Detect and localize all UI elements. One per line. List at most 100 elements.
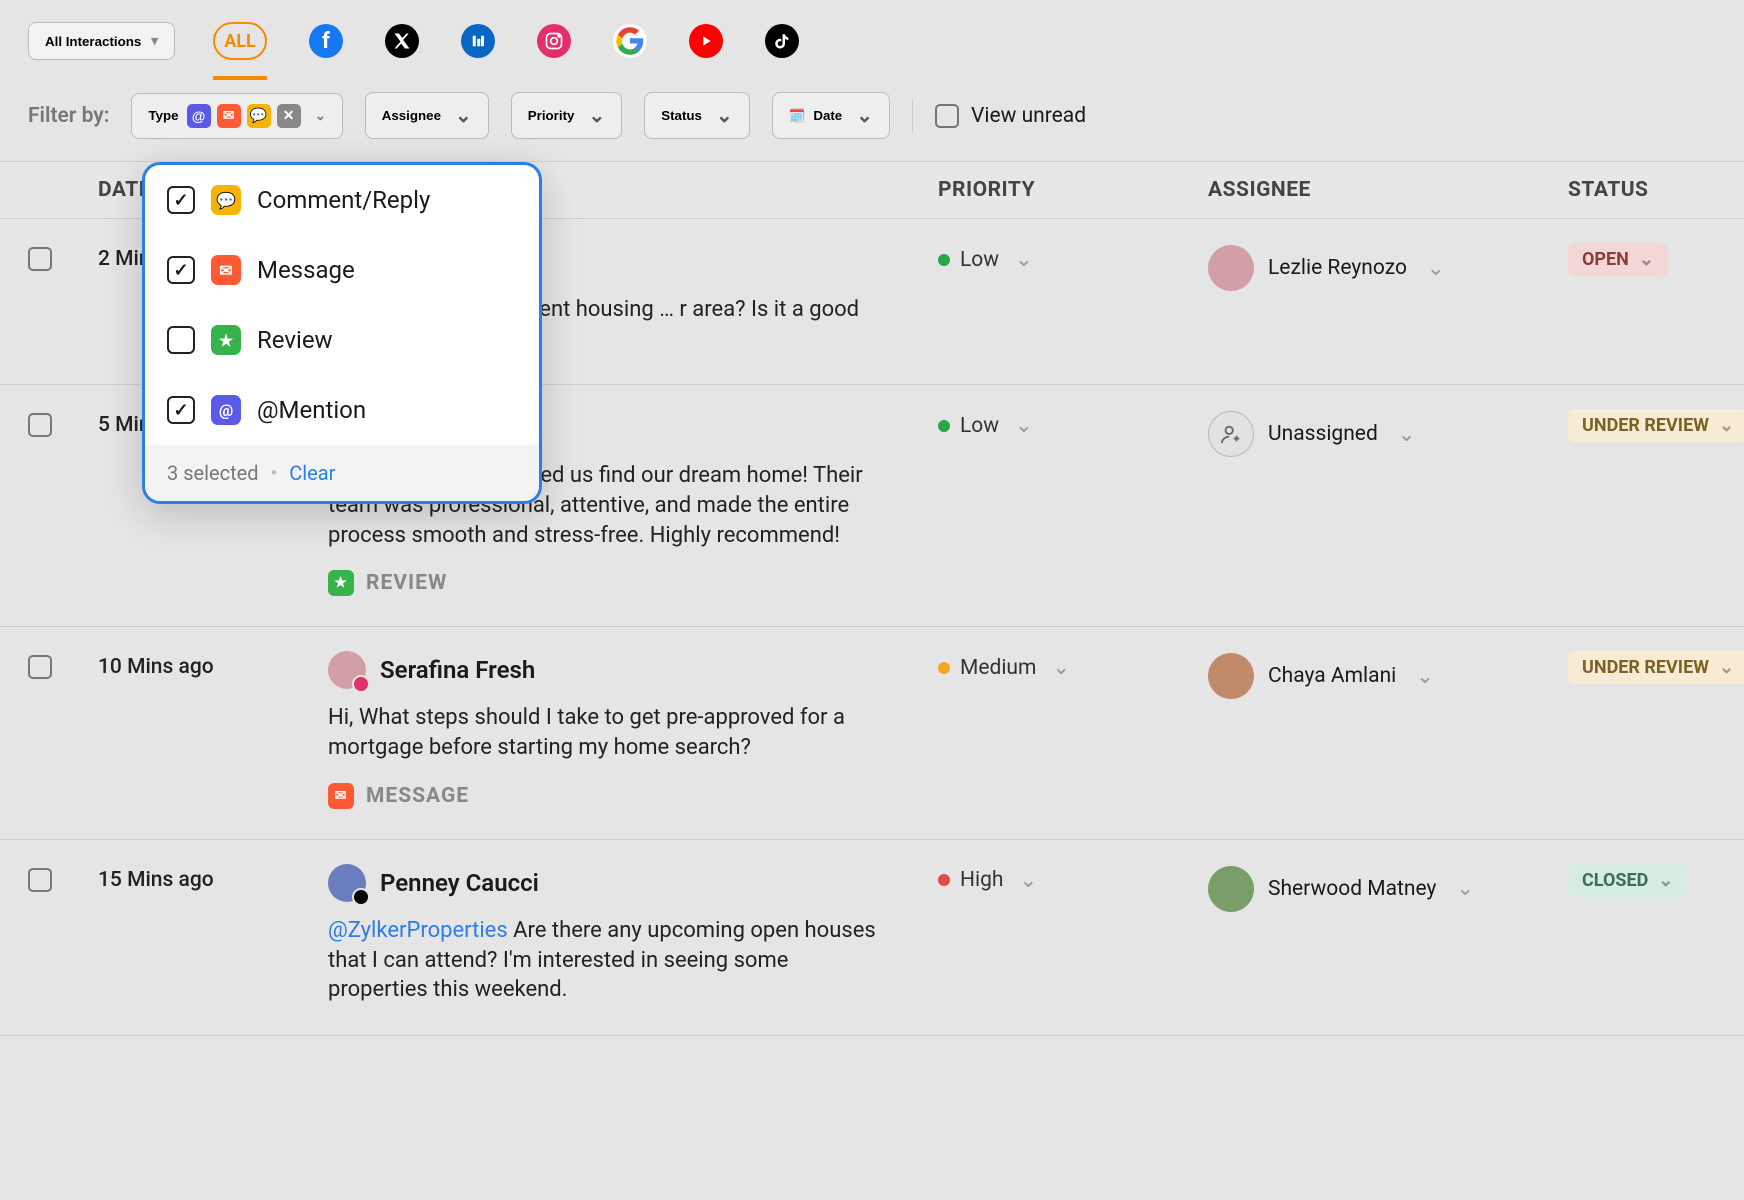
row-status-select[interactable]: UNDER REVIEW ⌄ [1568, 409, 1744, 442]
filter-type-selected-icons: @ ✉ 💬 ✕ [187, 104, 301, 128]
chevron-down-icon: ⌄ [1398, 422, 1416, 447]
assignee-name: Chaya Amlani [1268, 664, 1396, 688]
calendar-icon: 🗓️ [789, 108, 806, 124]
mention-icon: @ [211, 395, 241, 425]
view-unread-toggle[interactable]: View unread [935, 104, 1086, 128]
assignee-name: Sherwood Matney [1268, 877, 1436, 901]
mention-link[interactable]: @ZylkerProperties [328, 918, 508, 943]
status-label: CLOSED [1582, 870, 1648, 891]
filter-status-label: Status [661, 108, 702, 123]
row-priority-select[interactable]: Low ⌄ [938, 243, 1208, 272]
author-name: Penney Caucci [380, 869, 539, 897]
priority-dot-icon [938, 420, 950, 432]
row-status-select[interactable]: CLOSED ⌄ [1568, 864, 1744, 897]
assignee-avatar [1208, 411, 1254, 457]
avatar [328, 864, 366, 902]
filter-row: Filter by: Type @ ✉ 💬 ✕ ⌄ Assignee Prior… [0, 78, 1744, 162]
filter-priority-label: Priority [528, 108, 575, 123]
row-body: @ZylkerProperties Are there any upcoming… [328, 916, 888, 1005]
priority-label: High [960, 868, 1003, 892]
status-label: OPEN [1582, 249, 1629, 270]
tiktok-icon[interactable] [765, 24, 799, 58]
checkbox-icon[interactable] [167, 256, 195, 284]
type-option-mention[interactable]: @ @Mention [145, 375, 539, 445]
filter-date-dropdown[interactable]: 🗓️ Date [772, 92, 890, 139]
table-row[interactable]: 15 Mins ago Penney Caucci @ZylkerPropertie… [0, 840, 1744, 1036]
youtube-icon[interactable] [689, 24, 723, 58]
clear-type-icon[interactable]: ✕ [277, 104, 301, 128]
all-interactions-dropdown[interactable]: All Interactions ▾ [28, 22, 175, 60]
row-assignee-select[interactable]: Lezlie Reynozo ⌄ [1208, 243, 1568, 291]
filter-priority-dropdown[interactable]: Priority [511, 92, 622, 139]
row-status-select[interactable]: OPEN ⌄ [1568, 243, 1744, 276]
google-icon[interactable] [613, 24, 647, 58]
checkbox-icon[interactable] [167, 396, 195, 424]
instagram-icon[interactable] [537, 24, 571, 58]
rev-icon: ★ [328, 570, 354, 596]
linkedin-icon[interactable] [461, 24, 495, 58]
row-checkbox[interactable] [28, 868, 52, 892]
filter-type-label: Type [148, 108, 178, 123]
platform-all-label: ALL [224, 31, 256, 52]
platform-badge-icon [352, 888, 370, 906]
platform-all-tab[interactable]: ALL [213, 22, 267, 60]
platform-tabs: ALL f [213, 22, 799, 60]
type-option-label: @Mention [257, 396, 366, 424]
msg-icon: ✉ [328, 783, 354, 809]
comment-type-icon: 💬 [247, 104, 271, 128]
clear-button[interactable]: Clear [289, 461, 335, 485]
row-author: Serafina Fresh [328, 651, 938, 689]
status-label: UNDER REVIEW [1582, 657, 1709, 678]
col-status: STATUS [1568, 178, 1744, 202]
checkbox-icon[interactable] [167, 326, 195, 354]
row-priority-select[interactable]: Medium ⌄ [938, 651, 1208, 680]
col-assignee: ASSIGNEE [1208, 178, 1568, 202]
x-icon[interactable] [385, 24, 419, 58]
chevron-down-icon: ⌄ [1019, 868, 1037, 893]
type-filter-popover: 💬 Comment/Reply ✉ Message ★ Review @ @Me… [142, 162, 542, 504]
assignee-avatar [1208, 653, 1254, 699]
chevron-down-icon: ⌄ [1639, 249, 1654, 270]
filter-assignee-dropdown[interactable]: Assignee [365, 92, 489, 139]
row-status-select[interactable]: UNDER REVIEW ⌄ [1568, 651, 1744, 684]
row-assignee-select[interactable]: Unassigned ⌄ [1208, 409, 1568, 457]
topbar: All Interactions ▾ ALL f [0, 0, 1744, 78]
chevron-down-icon: ⌄ [1015, 247, 1033, 272]
row-checkbox[interactable] [28, 413, 52, 437]
status-label: UNDER REVIEW [1582, 415, 1709, 436]
author-name: Serafina Fresh [380, 656, 535, 684]
row-body: Hi, What steps should I take to get pre-… [328, 703, 888, 762]
row-checkbox[interactable] [28, 655, 52, 679]
row-priority-select[interactable]: Low ⌄ [938, 409, 1208, 438]
view-unread-label: View unread [971, 104, 1086, 128]
chevron-down-icon: ⌄ [1052, 655, 1070, 680]
platform-badge-icon [352, 675, 370, 693]
type-option-message[interactable]: ✉ Message [145, 235, 539, 305]
row-time: 15 Mins ago [98, 864, 328, 892]
type-option-review[interactable]: ★ Review [145, 305, 539, 375]
avatar [328, 651, 366, 689]
filter-status-dropdown[interactable]: Status [644, 92, 750, 139]
review-icon: ★ [211, 325, 241, 355]
type-popover-footer: 3 selected • Clear [145, 445, 539, 501]
row-assignee-select[interactable]: Chaya Amlani ⌄ [1208, 651, 1568, 699]
row-checkbox[interactable] [28, 247, 52, 271]
priority-dot-icon [938, 254, 950, 266]
chevron-down-icon: ⌄ [1427, 256, 1445, 281]
checkbox-icon[interactable] [935, 104, 959, 128]
message-icon: ✉ [211, 255, 241, 285]
facebook-icon[interactable]: f [309, 24, 343, 58]
table-row[interactable]: 10 Mins ago Serafina Fresh Hi, What steps … [0, 627, 1744, 839]
priority-dot-icon [938, 662, 950, 674]
chevron-down-icon: ⌄ [1015, 413, 1033, 438]
checkbox-icon[interactable] [167, 186, 195, 214]
filter-type-dropdown[interactable]: Type @ ✉ 💬 ✕ ⌄ [131, 93, 342, 139]
type-option-comment[interactable]: 💬 Comment/Reply [145, 165, 539, 235]
row-time: 10 Mins ago [98, 651, 328, 679]
row-details: Serafina Fresh Hi, What steps should I ta… [328, 651, 938, 808]
row-assignee-select[interactable]: Sherwood Matney ⌄ [1208, 864, 1568, 912]
type-option-label: Comment/Reply [257, 186, 430, 214]
row-priority-select[interactable]: High ⌄ [938, 864, 1208, 893]
assignee-avatar [1208, 245, 1254, 291]
chevron-down-icon: ⌄ [1416, 664, 1434, 689]
